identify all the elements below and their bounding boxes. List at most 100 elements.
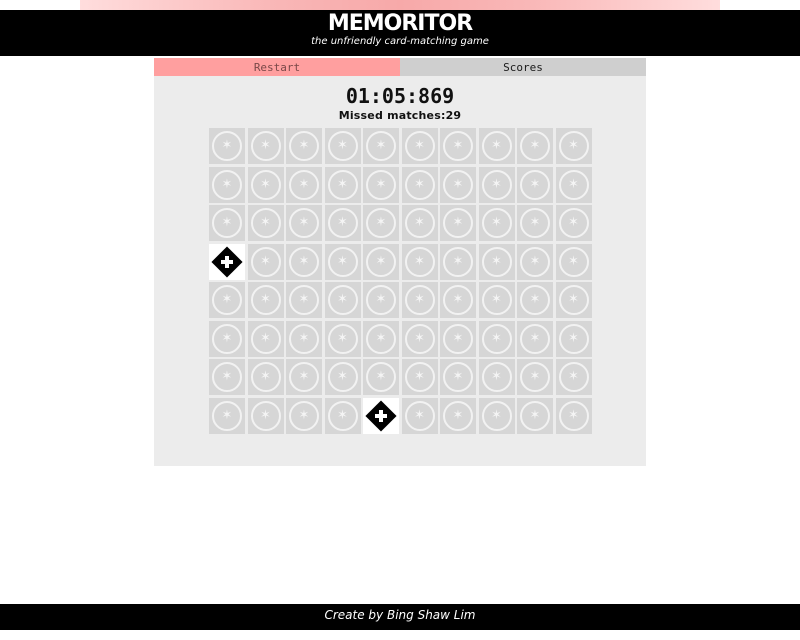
card[interactable]: ✶	[247, 397, 284, 434]
card[interactable]: ✶	[209, 359, 245, 395]
card[interactable]: ✶	[440, 282, 476, 318]
card[interactable]: ✶	[324, 320, 361, 357]
card[interactable]: ✶	[478, 243, 515, 280]
card[interactable]: ✶	[478, 128, 515, 164]
card[interactable]: ✶	[555, 359, 592, 395]
card[interactable]: ✶	[478, 205, 515, 241]
card[interactable]: ✶	[478, 166, 515, 203]
card-back-star-icon: ✶	[337, 369, 348, 384]
card[interactable]: ✶	[478, 397, 515, 434]
card[interactable]: ✶	[363, 166, 399, 203]
card[interactable]: ✶	[247, 243, 284, 280]
card-back-star-icon: ✶	[414, 292, 425, 307]
card[interactable]: ✶	[401, 359, 438, 395]
card[interactable]: ✶	[401, 128, 438, 164]
card[interactable]: ✶	[517, 166, 553, 203]
card[interactable]: ✶	[517, 205, 553, 241]
card-back-star-icon: ✶	[375, 138, 387, 153]
card[interactable]: ✶	[440, 205, 476, 241]
card[interactable]: ✶	[363, 320, 399, 357]
card[interactable]: ✶	[324, 205, 361, 241]
card[interactable]: ✶	[401, 320, 438, 357]
card-back-star-icon: ✶	[221, 176, 233, 192]
card[interactable]: ✶	[209, 397, 245, 434]
card[interactable]: ✶	[324, 282, 361, 318]
card-back-star-icon: ✶	[568, 330, 579, 346]
card-back-star-icon: ✶	[568, 407, 579, 423]
card[interactable]: ✶	[324, 243, 361, 280]
card[interactable]: ✶	[478, 282, 515, 318]
card[interactable]: ✶	[517, 128, 553, 164]
card-grid: ✶ ✶ ✶ ✶ ✶ ✶ ✶ ✶ ✶ ✶ ✶ ✶ ✶ ✶ ✶ ✶ ✶ ✶ ✶ ✶ ✶ ✶ ✶ ✶ ✶ ✶ ✶ ✶ ✶ ✶ ✶ ✶ ✶ ✶ ✶ ✶ ✶ ✶ ✶ ✶…	[209, 128, 595, 436]
card[interactable]: ✶	[517, 243, 553, 280]
card[interactable]: ✶	[401, 166, 438, 203]
card[interactable]: ✶	[247, 282, 284, 318]
card-back-star-icon: ✶	[375, 176, 387, 192]
card-back-star-icon: ✶	[337, 330, 348, 346]
card[interactable]: ✶	[401, 243, 438, 280]
card[interactable]: ✶	[363, 282, 399, 318]
card[interactable]: ✶	[555, 128, 592, 164]
card[interactable]: ✶	[363, 128, 399, 164]
card[interactable]: ✶	[555, 282, 592, 318]
card[interactable]: ✶	[478, 359, 515, 395]
card[interactable]: ✶	[209, 166, 245, 203]
restart-tab[interactable]: Restart	[154, 58, 400, 76]
card[interactable]: ✶	[286, 166, 322, 203]
card[interactable]: ✶	[209, 128, 245, 164]
missed-matches: Missed matches:29	[154, 109, 646, 122]
card[interactable]: ✶	[209, 205, 245, 241]
footer: Create by Bing Shaw Lim	[0, 604, 800, 630]
card[interactable]: ✶	[247, 205, 284, 241]
card[interactable]: ✶	[517, 320, 553, 357]
card[interactable]: ✶	[286, 359, 322, 395]
card[interactable]: ✶	[286, 128, 322, 164]
card[interactable]: ✶	[440, 243, 476, 280]
card[interactable]: ✶	[324, 397, 361, 434]
card[interactable]: ✶	[363, 359, 399, 395]
card-back-star-icon: ✶	[260, 330, 271, 346]
card-back-star-icon: ✶	[298, 407, 310, 423]
card[interactable]: ✶	[555, 397, 592, 434]
card[interactable]: ✶	[247, 320, 284, 357]
card[interactable]: ✶	[555, 205, 592, 241]
card[interactable]: ✶	[555, 320, 592, 357]
card-revealed[interactable]: ✶	[209, 243, 245, 280]
card[interactable]: ✶	[286, 320, 322, 357]
card[interactable]: ✶	[517, 397, 553, 434]
card[interactable]: ✶	[401, 397, 438, 434]
card-back-star-icon: ✶	[260, 138, 271, 153]
card[interactable]: ✶	[440, 166, 476, 203]
card[interactable]: ✶	[324, 128, 361, 164]
card[interactable]: ✶	[440, 320, 476, 357]
card[interactable]: ✶	[286, 282, 322, 318]
card[interactable]: ✶	[401, 282, 438, 318]
card[interactable]: ✶	[555, 243, 592, 280]
card[interactable]: ✶	[440, 397, 476, 434]
card[interactable]: ✶	[286, 205, 322, 241]
card-back-star-icon: ✶	[375, 215, 387, 230]
card[interactable]: ✶	[401, 205, 438, 241]
card[interactable]: ✶	[517, 282, 553, 318]
card[interactable]: ✶	[209, 320, 245, 357]
card[interactable]: ✶	[286, 243, 322, 280]
card[interactable]: ✶	[247, 166, 284, 203]
card[interactable]: ✶	[286, 397, 322, 434]
card-back-star-icon: ✶	[414, 215, 425, 230]
card-back-star-icon: ✶	[414, 253, 425, 269]
card[interactable]: ✶	[478, 320, 515, 357]
card[interactable]: ✶	[363, 243, 399, 280]
card[interactable]: ✶	[209, 282, 245, 318]
card[interactable]: ✶	[324, 359, 361, 395]
card[interactable]: ✶	[363, 205, 399, 241]
card-back-star-icon: ✶	[298, 330, 310, 346]
card[interactable]: ✶	[324, 166, 361, 203]
card[interactable]: ✶	[247, 359, 284, 395]
card[interactable]: ✶	[555, 166, 592, 203]
card[interactable]: ✶	[517, 359, 553, 395]
scores-tab[interactable]: Scores	[400, 58, 646, 76]
card[interactable]: ✶	[440, 359, 476, 395]
card[interactable]: ✶	[440, 128, 476, 164]
card[interactable]: ✶	[247, 128, 284, 164]
card-revealed[interactable]: ✶	[363, 397, 399, 434]
